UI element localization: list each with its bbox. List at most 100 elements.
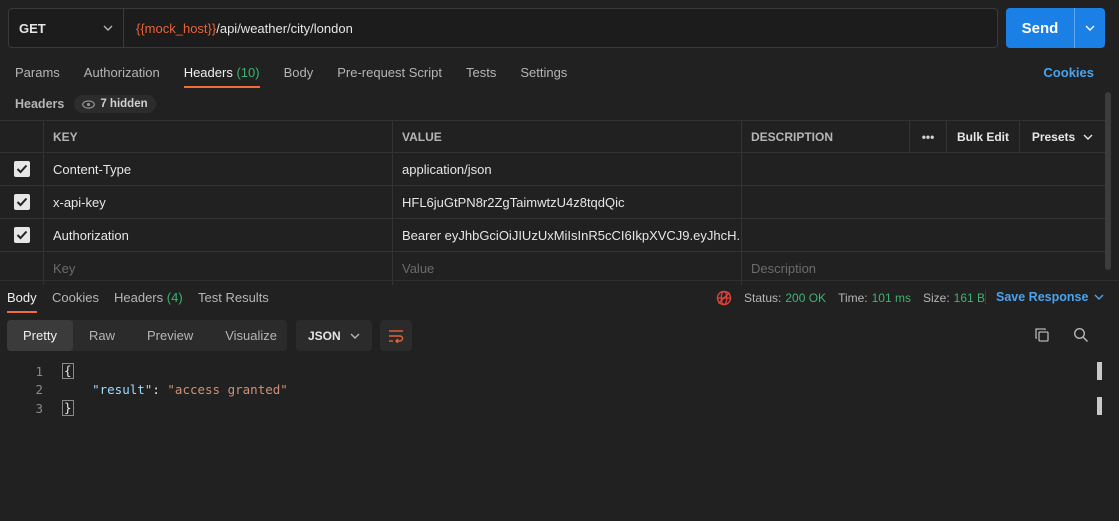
table-header-row: KEY VALUE DESCRIPTION ••• Bulk Edit Pres… bbox=[0, 120, 1105, 153]
tab-body[interactable]: Body bbox=[284, 56, 314, 90]
tab-label: Body bbox=[7, 290, 37, 305]
cookies-link[interactable]: Cookies bbox=[1043, 65, 1094, 80]
brace-open: { bbox=[62, 363, 74, 380]
hidden-count: 7 hidden bbox=[100, 98, 148, 110]
save-response-button[interactable]: Save Response bbox=[985, 290, 1104, 304]
save-response-label: Save Response bbox=[996, 290, 1089, 304]
tab-label: Test Results bbox=[198, 290, 269, 305]
response-tab-headers[interactable]: Headers (4) bbox=[114, 290, 183, 305]
header-value[interactable]: HFL6juGtPN8r2ZgTaimwtzU4z8tqdQic bbox=[393, 186, 742, 218]
tab-label: Settings bbox=[520, 65, 568, 80]
status-value[interactable]: 200 OK bbox=[785, 291, 826, 305]
method-select[interactable]: GET bbox=[9, 9, 124, 47]
wrap-lines-icon bbox=[389, 329, 404, 343]
row-checkbox[interactable] bbox=[0, 219, 44, 251]
code-text: "result": "access granted" bbox=[43, 382, 288, 397]
format-mode-group: Pretty Raw Preview Visualize bbox=[7, 320, 287, 351]
table-row: Content-Type application/json bbox=[0, 153, 1105, 186]
chevron-down-icon bbox=[1083, 134, 1093, 140]
response-tab-body[interactable]: Body bbox=[7, 290, 37, 313]
tab-pre-request-script[interactable]: Pre-request Script bbox=[337, 56, 442, 90]
code-line: 2 "result": "access granted" bbox=[0, 381, 1090, 400]
row-checkbox[interactable] bbox=[0, 186, 44, 218]
header-key[interactable]: Authorization bbox=[44, 219, 393, 251]
size-value[interactable]: 161 B bbox=[954, 291, 985, 305]
code-line: 1 { bbox=[0, 362, 1090, 381]
tab-label: Tests bbox=[465, 65, 497, 80]
format-raw-button[interactable]: Raw bbox=[73, 320, 131, 351]
tab-label: Authorization bbox=[83, 65, 160, 80]
col-description: DESCRIPTION bbox=[742, 121, 910, 152]
size-label: Size: bbox=[922, 291, 950, 305]
table-row: x-api-key HFL6juGtPN8r2ZgTaimwtzU4z8tqdQ… bbox=[0, 186, 1105, 219]
line-number: 2 bbox=[35, 382, 43, 398]
json-value: "access granted" bbox=[167, 382, 288, 398]
time-value[interactable]: 101 ms bbox=[872, 291, 911, 305]
hidden-headers-toggle[interactable]: 7 hidden bbox=[74, 95, 156, 113]
time-label: Time: bbox=[838, 291, 868, 305]
tab-settings[interactable]: Settings bbox=[520, 56, 567, 90]
url-path: /api/weather/city/london bbox=[216, 20, 353, 36]
chevron-down-icon bbox=[1085, 25, 1095, 31]
chevron-down-icon bbox=[103, 25, 113, 31]
header-value[interactable]: Bearer eyJhbGciOiJIUzUxMiIsInR5cCI6IkpXV… bbox=[393, 219, 742, 251]
check-icon bbox=[13, 227, 30, 243]
tab-label: Headers bbox=[183, 65, 233, 80]
bulk-edit-button[interactable]: Bulk Edit bbox=[947, 121, 1020, 152]
format-preview-button[interactable]: Preview bbox=[131, 320, 209, 351]
tab-label: Params bbox=[15, 65, 60, 80]
chevron-down-icon bbox=[1094, 294, 1104, 300]
status-label: Status: bbox=[744, 291, 782, 305]
code-line: 3 } bbox=[0, 399, 1090, 418]
brace-close: } bbox=[62, 400, 74, 417]
request-scrollbar[interactable] bbox=[1105, 92, 1111, 270]
header-description[interactable] bbox=[742, 153, 1105, 185]
eye-icon bbox=[82, 99, 96, 109]
col-value: VALUE bbox=[393, 121, 742, 152]
wrap-lines-button[interactable] bbox=[380, 320, 412, 351]
col-key: KEY bbox=[44, 121, 393, 152]
format-visualize-button[interactable]: Visualize bbox=[209, 320, 293, 351]
header-description[interactable] bbox=[742, 186, 1105, 218]
header-checkbox-col bbox=[0, 121, 44, 152]
request-tabs: Params Authorization Headers (10) Body P… bbox=[0, 56, 1119, 90]
headers-section-label: Headers bbox=[15, 97, 65, 111]
presets-button[interactable]: Presets bbox=[1020, 121, 1105, 152]
headers-table: KEY VALUE DESCRIPTION ••• Bulk Edit Pres… bbox=[0, 120, 1105, 285]
copy-icon bbox=[1035, 328, 1049, 342]
tab-count: (10) bbox=[236, 65, 260, 80]
tab-params[interactable]: Params bbox=[15, 56, 60, 90]
header-description[interactable] bbox=[742, 219, 1105, 251]
row-checkbox[interactable] bbox=[0, 153, 44, 185]
send-button[interactable]: Send bbox=[1006, 8, 1074, 48]
language-select[interactable]: JSON bbox=[296, 320, 372, 351]
tab-tests[interactable]: Tests bbox=[466, 56, 496, 90]
globe-icon[interactable] bbox=[716, 290, 732, 306]
url-input[interactable]: {{mock_host}}/api/weather/city/london bbox=[124, 9, 353, 47]
code-text: } bbox=[43, 400, 74, 417]
response-status-area: Status: 200 OK Time: 101 ms Size: 161 B bbox=[716, 290, 985, 306]
tab-headers[interactable]: Headers (10) bbox=[183, 56, 260, 90]
json-colon: : bbox=[152, 382, 168, 398]
tab-label: Cookies bbox=[52, 290, 99, 305]
copy-button[interactable] bbox=[1032, 325, 1052, 345]
response-tab-test-results[interactable]: Test Results bbox=[198, 290, 269, 305]
search-button[interactable] bbox=[1071, 325, 1091, 345]
header-key[interactable]: x-api-key bbox=[44, 186, 393, 218]
more-options-button[interactable]: ••• bbox=[910, 121, 947, 152]
response-tab-cookies[interactable]: Cookies bbox=[52, 290, 99, 305]
header-key[interactable]: Content-Type bbox=[44, 153, 393, 185]
url-variable: {{mock_host}} bbox=[136, 20, 217, 36]
response-bar: Body Cookies Headers (4) Test Results St… bbox=[0, 280, 1119, 313]
response-body-editor[interactable]: 1 { 2 "result": "access granted" 3 } bbox=[0, 362, 1090, 418]
tab-authorization[interactable]: Authorization bbox=[84, 56, 160, 90]
check-icon bbox=[13, 194, 30, 210]
header-value[interactable]: application/json bbox=[393, 153, 742, 185]
editor-scroll-marker bbox=[1097, 362, 1102, 380]
tab-label: Headers bbox=[114, 290, 164, 305]
send-options-button[interactable] bbox=[1074, 8, 1105, 48]
format-pretty-button[interactable]: Pretty bbox=[7, 320, 73, 351]
language-label: JSON bbox=[308, 328, 341, 343]
code-text: { bbox=[43, 363, 74, 380]
json-key: "result" bbox=[92, 382, 153, 398]
